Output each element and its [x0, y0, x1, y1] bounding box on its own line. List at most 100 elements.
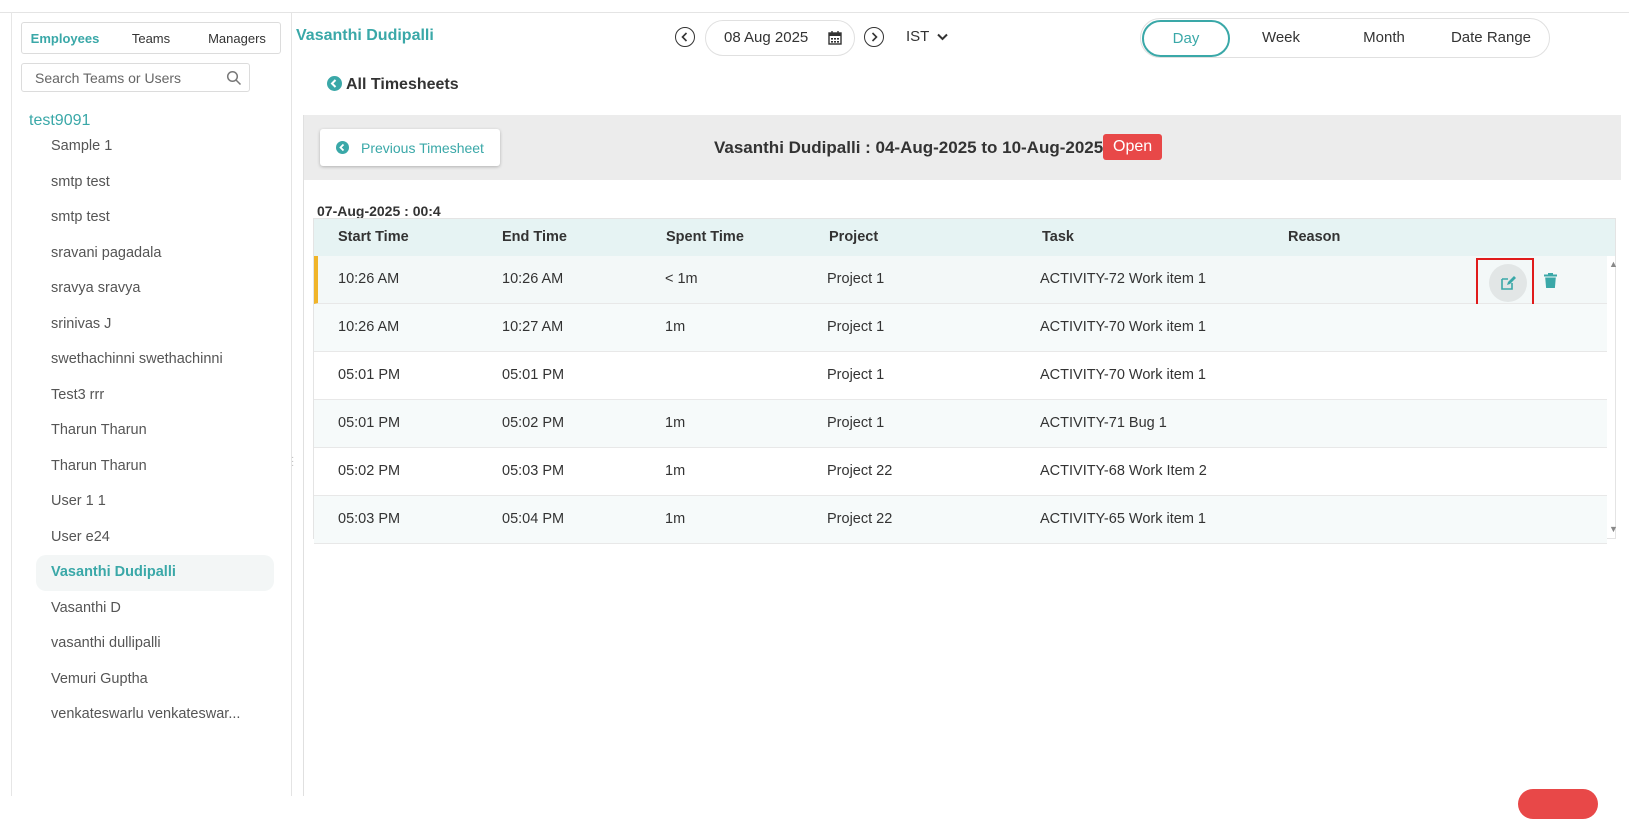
user-list-item[interactable]: User 1 1 [36, 484, 274, 520]
day-summary: 07-Aug-2025 : 00:4 [317, 203, 441, 219]
cell-spent-time: 1m [665, 319, 686, 335]
cell-task: ACTIVITY-70 Work item 1 [1040, 367, 1206, 383]
cell-end-time: 05:04 PM [502, 511, 565, 527]
chevron-left-circle-icon [681, 32, 688, 42]
col-project: Project [829, 229, 879, 245]
user-list-item[interactable]: smtp test [36, 200, 274, 236]
user-list-item-active[interactable]: Vasanthi Dudipalli [36, 555, 274, 591]
cell-spent-time: 1m [665, 511, 686, 527]
user-list-item[interactable]: venkateswarlu venkateswar... [36, 697, 274, 733]
all-timesheets-label: All Timesheets [346, 76, 459, 93]
floating-action-button[interactable] [1518, 789, 1598, 819]
scroll-up-arrow[interactable]: ▲ [1609, 259, 1618, 269]
cell-spent-time: < 1m [665, 271, 698, 287]
status-badge: Open [1103, 134, 1163, 160]
cell-task: ACTIVITY-65 Work item 1 [1040, 511, 1206, 527]
edit-highlight-box [1476, 258, 1534, 307]
search-input[interactable] [33, 64, 222, 92]
all-timesheets-link[interactable]: All Timesheets [327, 76, 459, 94]
cell-spent-time: 1m [665, 463, 686, 479]
tab-teams[interactable]: Teams [108, 31, 194, 46]
user-list-item[interactable]: smtp test [36, 165, 274, 201]
user-list-item[interactable]: User e24 [36, 520, 274, 556]
range-toggle: Day Week Month Date Range [1140, 18, 1550, 58]
back-arrow-circle-icon [327, 76, 342, 91]
range-month-button[interactable]: Month [1334, 19, 1434, 57]
table-header: Start Time End Time Spent Time Project T… [314, 219, 1615, 256]
date-value: 08 Aug 2025 [724, 29, 809, 46]
previous-timesheet-button[interactable]: Previous Timesheet [320, 129, 500, 166]
trash-icon[interactable] [1544, 273, 1557, 288]
cell-project: Project 1 [827, 319, 885, 335]
cell-start-time: 05:01 PM [338, 367, 401, 383]
table-row[interactable]: 05:01 PM 05:01 PM Project 1 ACTIVITY-70 … [314, 352, 1607, 400]
range-week-button[interactable]: Week [1236, 19, 1326, 57]
cell-start-time: 10:26 AM [338, 319, 400, 335]
user-list-item[interactable]: Tharun Tharun [36, 449, 274, 485]
search-icon[interactable] [226, 70, 242, 86]
org-name[interactable]: test9091 [29, 112, 90, 130]
back-arrow-circle-icon [336, 141, 349, 154]
cell-task: ACTIVITY-70 Work item 1 [1040, 319, 1206, 335]
timesheet-header: Previous Timesheet Vasanthi Dudipalli : … [304, 115, 1621, 180]
sidebar-tabs: Employees Teams Managers [21, 22, 281, 54]
table-row[interactable]: 05:03 PM 05:04 PM 1m Project 22 ACTIVITY… [314, 496, 1607, 544]
table-row[interactable]: 10:26 AM 10:27 AM 1m Project 1 ACTIVITY-… [314, 304, 1607, 352]
cell-end-time: 05:02 PM [502, 415, 565, 431]
date-picker[interactable]: 08 Aug 2025 [705, 20, 855, 56]
user-list-item[interactable]: Tharun Tharun [36, 413, 274, 449]
tab-employees[interactable]: Employees [22, 31, 108, 46]
sidebar-resize-handle[interactable]: · · · [291, 453, 294, 471]
cell-project: Project 1 [827, 367, 885, 383]
user-list-item[interactable]: srinivas J [36, 307, 274, 343]
chevron-right-circle-icon [871, 32, 878, 42]
cell-start-time: 05:02 PM [338, 463, 401, 479]
cell-project: Project 1 [827, 271, 885, 287]
col-start-time: Start Time [338, 229, 409, 245]
user-list-item[interactable]: vasanthi dullipalli [36, 626, 274, 662]
table-row[interactable]: 10:26 AM 10:26 AM < 1m Project 1 ACTIVIT… [314, 256, 1607, 307]
cell-task: ACTIVITY-68 Work Item 2 [1040, 463, 1207, 479]
user-list-item[interactable]: swethachinni swethachinni [36, 342, 274, 378]
table-row[interactable]: 05:02 PM 05:03 PM 1m Project 22 ACTIVITY… [314, 448, 1607, 496]
cell-project: Project 22 [827, 463, 893, 479]
cell-project: Project 1 [827, 415, 885, 431]
timesheet-table: Start Time End Time Spent Time Project T… [313, 218, 1618, 544]
next-date-button[interactable] [864, 27, 884, 47]
range-date-range-button[interactable]: Date Range [1439, 19, 1543, 57]
timezone-value: IST [906, 28, 930, 45]
user-list-item[interactable]: Vemuri Guptha [36, 662, 274, 698]
previous-timesheet-label: Previous Timesheet [361, 140, 484, 156]
cell-task: ACTIVITY-71 Bug 1 [1040, 415, 1167, 431]
table-row[interactable]: 05:01 PM 05:02 PM 1m Project 1 ACTIVITY-… [314, 400, 1607, 448]
user-list-item[interactable]: sravya sravya [36, 271, 274, 307]
cell-start-time: 05:03 PM [338, 511, 401, 527]
cell-task: ACTIVITY-72 Work item 1 [1040, 271, 1206, 287]
range-day-button[interactable]: Day [1142, 20, 1230, 57]
user-list-item[interactable]: Vasanthi D [36, 591, 274, 627]
user-list-item[interactable]: Test3 rrr [36, 378, 274, 414]
search-box [21, 63, 250, 92]
edit-icon [1501, 276, 1516, 290]
tab-managers[interactable]: Managers [194, 31, 280, 46]
cell-spent-time: 1m [665, 415, 686, 431]
calendar-icon [828, 31, 842, 45]
user-list-item[interactable]: Sample 1 [36, 129, 274, 165]
selected-user-title: Vasanthi Dudipalli [296, 27, 434, 44]
col-reason: Reason [1288, 229, 1341, 245]
cell-end-time: 10:26 AM [502, 271, 564, 287]
cell-project: Project 22 [827, 511, 893, 527]
col-end-time: End Time [502, 229, 567, 245]
prev-date-button[interactable] [675, 27, 695, 47]
cell-end-time: 05:03 PM [502, 463, 565, 479]
edit-button[interactable] [1489, 264, 1527, 302]
user-list-item[interactable]: sravani pagadala [36, 236, 274, 272]
cell-end-time: 10:27 AM [502, 319, 564, 335]
col-spent-time: Spent Time [666, 229, 744, 245]
cell-end-time: 05:01 PM [502, 367, 565, 383]
cell-start-time: 10:26 AM [338, 271, 400, 287]
sidebar: Employees Teams Managers test9091 Sample… [12, 13, 294, 796]
chevron-down-icon [937, 33, 948, 41]
scroll-down-arrow[interactable]: ▼ [1609, 524, 1618, 534]
timezone-select[interactable]: IST [906, 28, 948, 45]
